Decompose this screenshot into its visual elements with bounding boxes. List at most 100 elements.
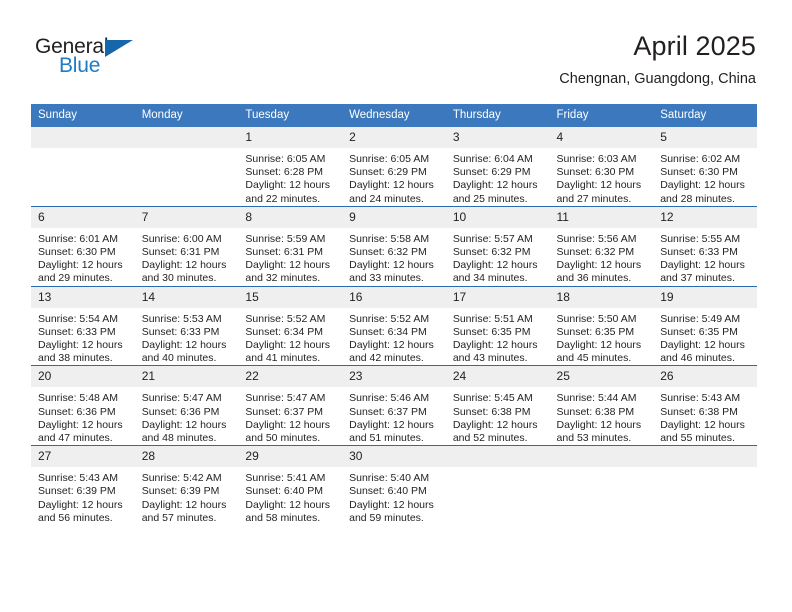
calendar-day-cell[interactable]: 21 Sunrise: 5:47 AM Sunset: 6:36 PM Dayligh… [134, 365, 239, 446]
sunrise-time: Sunrise: 5:53 AM [141, 312, 222, 325]
day-number: 21 [134, 366, 239, 388]
sunrise-time: Sunrise: 5:44 AM [556, 392, 637, 405]
sunrise-time: Sunrise: 5:59 AM [245, 232, 326, 245]
sunrise-time: Sunrise: 5:48 AM [38, 392, 118, 405]
sunrise-time: Sunrise: 6:03 AM [556, 153, 637, 165]
daylight-duration-line2: and 50 minutes. [245, 432, 321, 445]
calendar-day-cell[interactable]: 15 Sunrise: 5:52 AM Sunset: 6:34 PM Dayligh… [238, 285, 343, 366]
calendar-day-cell-empty [445, 445, 550, 526]
location-subtitle: Chengnan, Guangdong, China [559, 71, 756, 87]
daylight-duration-line2: and 24 minutes. [349, 192, 424, 205]
calendar-day-cell[interactable]: 23 Sunrise: 5:46 AM Sunset: 6:37 PM Dayligh… [342, 365, 446, 446]
calendar-day-cell[interactable]: 8 Sunrise: 5:59 AM Sunset: 6:31 PM Daylight… [238, 205, 343, 287]
calendar-day-cell[interactable]: 26 Sunrise: 5:43 AM Sunset: 6:38 PM Dayligh… [653, 365, 757, 446]
calendar-day-cell[interactable]: 2 Sunrise: 6:05 AM Sunset: 6:29 PM Daylight… [342, 127, 446, 207]
sunset-time: Sunset: 6:37 PM [245, 405, 324, 418]
calendar-day-cell[interactable]: 14 Sunrise: 5:53 AM Sunset: 6:33 PM Dayligh… [134, 285, 239, 366]
calendar-day-cell[interactable]: 5 Sunrise: 6:02 AM Sunset: 6:30 PM Daylight… [653, 127, 757, 207]
day-number: 10 [445, 206, 550, 228]
logo-text-blue: Blue [59, 54, 101, 77]
day-details: Sunrise: 5:57 AM Sunset: 6:32 PM Daylight:… [446, 228, 550, 286]
day-details: Sunrise: 6:05 AM Sunset: 6:29 PM Daylight:… [342, 148, 446, 206]
calendar-day-cell[interactable]: 13 Sunrise: 5:54 AM Sunset: 6:33 PM Dayligh… [31, 285, 135, 366]
day-number [134, 127, 239, 148]
day-number: 16 [342, 286, 446, 308]
calendar-day-cell[interactable]: 10 Sunrise: 5:57 AM Sunset: 6:32 PM Dayligh… [445, 205, 550, 287]
day-number [445, 446, 550, 468]
daylight-duration-line2: and 51 minutes. [349, 432, 424, 445]
daylight-duration-line2: and 34 minutes. [452, 272, 528, 285]
calendar-day-cell[interactable]: 7 Sunrise: 6:00 AM Sunset: 6:31 PM Daylight… [134, 205, 239, 287]
daylight-duration-line2: and 52 minutes. [452, 432, 528, 445]
calendar-day-cell[interactable]: 16 Sunrise: 5:52 AM Sunset: 6:34 PM Dayligh… [342, 285, 446, 366]
day-number: 19 [653, 286, 757, 308]
page-header: General Blue April 2025 Chengnan, Guangd… [0, 0, 792, 104]
calendar-day-cell[interactable]: 6 Sunrise: 6:01 AM Sunset: 6:30 PM Daylight… [31, 205, 135, 287]
sunset-time: Sunset: 6:33 PM [38, 325, 116, 338]
sunrise-time: Sunrise: 6:00 AM [141, 232, 222, 245]
sunset-time: Sunset: 6:32 PM [556, 246, 635, 259]
calendar-day-cell[interactable]: 3 Sunrise: 6:04 AM Sunset: 6:29 PM Daylight… [445, 127, 550, 207]
day-details: Sunrise: 6:01 AM Sunset: 6:30 PM Daylight:… [31, 228, 135, 286]
sunset-time: Sunset: 6:36 PM [38, 405, 116, 418]
calendar-week-row: 13 Sunrise: 5:54 AM Sunset: 6:33 PM Dayligh… [31, 285, 757, 366]
calendar-day-cell[interactable]: 19 Sunrise: 5:49 AM Sunset: 6:35 PM Dayligh… [653, 285, 757, 366]
day-details: Sunrise: 5:51 AM Sunset: 6:35 PM Daylight:… [446, 308, 550, 366]
day-number: 4 [549, 127, 654, 148]
daylight-duration-line1: Daylight: 12 hours [245, 179, 331, 192]
calendar-day-cell[interactable]: 12 Sunrise: 5:55 AM Sunset: 6:33 PM Dayligh… [653, 205, 757, 287]
calendar-day-cell[interactable]: 1 Sunrise: 6:05 AM Sunset: 6:28 PM Daylight… [238, 127, 343, 207]
calendar-day-cell[interactable]: 27 Sunrise: 5:43 AM Sunset: 6:39 PM Dayligh… [31, 445, 135, 526]
sunrise-time: Sunrise: 5:45 AM [452, 392, 533, 405]
daylight-duration-line1: Daylight: 12 hours [141, 498, 227, 511]
daylight-duration-line2: and 53 minutes. [556, 432, 632, 445]
sunset-time: Sunset: 6:31 PM [245, 246, 324, 259]
daylight-duration-line2: and 41 minutes. [245, 352, 321, 365]
calendar-day-cell[interactable]: 18 Sunrise: 5:50 AM Sunset: 6:35 PM Dayligh… [549, 285, 654, 366]
calendar-day-cell[interactable]: 9 Sunrise: 5:58 AM Sunset: 6:32 PM Daylight… [342, 205, 446, 287]
daylight-duration-line2: and 30 minutes. [141, 272, 217, 285]
calendar-day-cell[interactable]: 22 Sunrise: 5:47 AM Sunset: 6:37 PM Dayligh… [238, 365, 343, 446]
day-number: 27 [31, 446, 135, 468]
calendar-day-cell[interactable]: 20 Sunrise: 5:48 AM Sunset: 6:36 PM Dayligh… [31, 365, 135, 446]
daylight-duration-line2: and 58 minutes. [245, 511, 321, 524]
day-number: 22 [238, 366, 343, 388]
daylight-duration-line1: Daylight: 12 hours [141, 259, 227, 272]
sunset-time: Sunset: 6:30 PM [660, 166, 738, 179]
day-details: Sunrise: 5:47 AM Sunset: 6:37 PM Daylight:… [238, 387, 342, 445]
calendar-day-cell[interactable]: 24 Sunrise: 5:45 AM Sunset: 6:38 PM Dayligh… [445, 365, 550, 446]
daylight-duration-line1: Daylight: 12 hours [556, 418, 642, 431]
day-details: Sunrise: 5:54 AM Sunset: 6:33 PM Daylight:… [31, 308, 135, 366]
sunrise-time: Sunrise: 6:05 AM [349, 153, 430, 165]
daylight-duration-line2: and 22 minutes. [245, 192, 321, 205]
sunrise-sunset-calendar: Sunday Monday Tuesday Wednesday Thursday… [31, 104, 757, 526]
day-number: 26 [653, 366, 757, 388]
calendar-day-cell[interactable]: 11 Sunrise: 5:56 AM Sunset: 6:32 PM Dayligh… [549, 205, 654, 287]
daylight-duration-line2: and 46 minutes. [660, 352, 735, 365]
sunrise-time: Sunrise: 5:54 AM [38, 312, 118, 325]
sunrise-time: Sunrise: 5:51 AM [452, 312, 533, 325]
sunset-time: Sunset: 6:36 PM [141, 405, 220, 418]
day-details: Sunrise: 5:55 AM Sunset: 6:33 PM Daylight:… [653, 228, 757, 286]
calendar-week-row: 1 Sunrise: 6:05 AM Sunset: 6:28 PM Daylight… [31, 127, 757, 207]
calendar-day-cell[interactable]: 28 Sunrise: 5:42 AM Sunset: 6:39 PM Dayligh… [134, 445, 239, 526]
daylight-duration-line2: and 29 minutes. [38, 272, 113, 285]
calendar-day-cell[interactable]: 29 Sunrise: 5:41 AM Sunset: 6:40 PM Dayligh… [238, 445, 343, 526]
day-number: 5 [653, 127, 757, 148]
day-details: Sunrise: 5:48 AM Sunset: 6:36 PM Daylight:… [31, 387, 135, 445]
daylight-duration-line1: Daylight: 12 hours [452, 418, 538, 431]
daylight-duration-line1: Daylight: 12 hours [452, 259, 538, 272]
day-details: Sunrise: 5:56 AM Sunset: 6:32 PM Daylight:… [550, 228, 654, 286]
sunset-time: Sunset: 6:34 PM [349, 325, 427, 338]
calendar-week-row: 6 Sunrise: 6:01 AM Sunset: 6:30 PM Daylight… [31, 205, 757, 287]
weekday-header-wednesday: Wednesday [342, 104, 446, 127]
calendar-day-cell[interactable]: 17 Sunrise: 5:51 AM Sunset: 6:35 PM Dayligh… [445, 285, 550, 366]
daylight-duration-line2: and 47 minutes. [38, 432, 113, 445]
sunset-time: Sunset: 6:30 PM [556, 166, 635, 179]
sunrise-time: Sunrise: 5:56 AM [556, 232, 637, 245]
calendar-day-cell[interactable]: 25 Sunrise: 5:44 AM Sunset: 6:38 PM Dayligh… [549, 365, 654, 446]
general-blue-logo: General Blue [35, 36, 155, 80]
calendar-day-cell[interactable]: 4 Sunrise: 6:03 AM Sunset: 6:30 PM Daylight… [549, 127, 654, 207]
sunset-time: Sunset: 6:35 PM [660, 325, 738, 338]
calendar-day-cell[interactable]: 30 Sunrise: 5:40 AM Sunset: 6:40 PM Dayligh… [342, 445, 446, 526]
